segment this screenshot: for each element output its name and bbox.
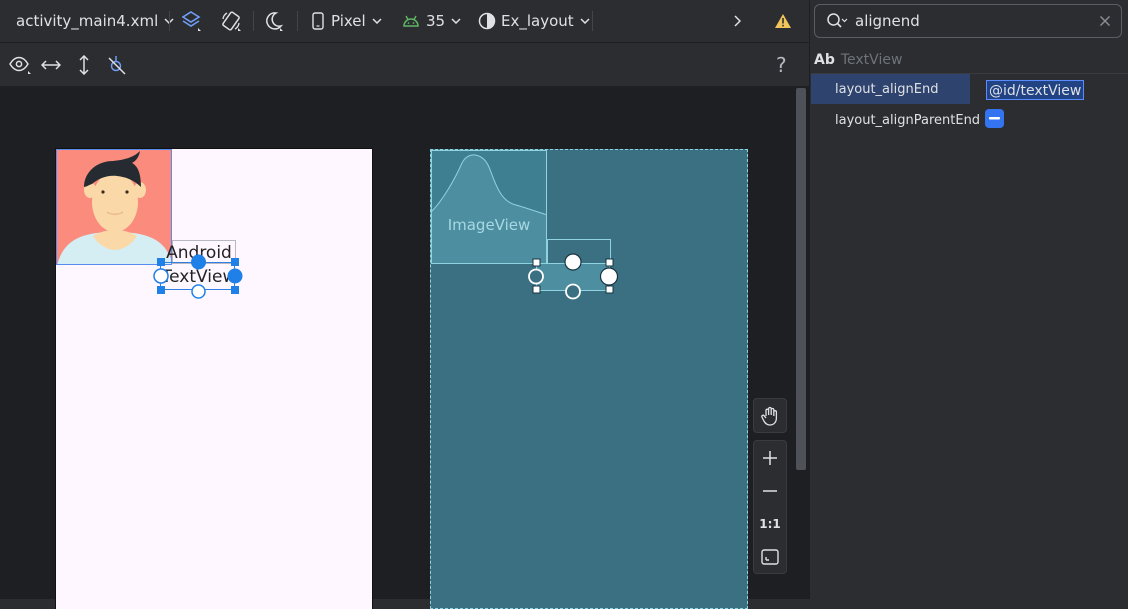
- plus-icon: [763, 451, 777, 465]
- avatar-image: [57, 151, 171, 264]
- minus-icon: [989, 117, 1000, 120]
- layers-icon: [181, 11, 201, 31]
- chevron-down-icon: [372, 18, 382, 24]
- search-icon: [827, 13, 848, 28]
- expand-horizontal-icon: [41, 59, 61, 70]
- close-icon[interactable]: [1099, 15, 1111, 27]
- eye-icon: [9, 56, 31, 74]
- expand-vertical-button[interactable]: [78, 43, 90, 86]
- blueprint-imageview-label: ImageView: [447, 216, 531, 234]
- theme-name: Ex_layout: [501, 12, 574, 30]
- pan-button[interactable]: [754, 400, 786, 432]
- theme-selector[interactable]: Ex_layout: [478, 0, 590, 42]
- clear-constraints-icon: [108, 55, 126, 75]
- zoom-out-button[interactable]: [754, 475, 786, 507]
- api-level-selector[interactable]: 35: [402, 0, 461, 42]
- alignparentend-toggle[interactable]: [985, 109, 1004, 128]
- moon-icon: [266, 12, 284, 31]
- device-name: Pixel: [331, 12, 366, 30]
- attribute-value-field[interactable]: @id/textView: [986, 80, 1085, 100]
- file-name: activity_main4.xml: [16, 12, 159, 30]
- selection-handles[interactable]: [150, 250, 250, 300]
- api-level: 35: [426, 12, 446, 30]
- attribute-row-alignparentend[interactable]: layout_alignParentEnd: [811, 105, 1128, 135]
- android-icon: [403, 15, 419, 27]
- attribute-name: layout_alignEnd: [835, 82, 939, 97]
- attribute-search-box[interactable]: [814, 4, 1122, 38]
- top-toolbar: activity_main4.xml Pixel 35 Ex_layout: [0, 0, 809, 43]
- attribute-value: @id/textView: [989, 83, 1082, 99]
- search-input[interactable]: [855, 11, 1085, 31]
- view-options-button[interactable]: [8, 43, 32, 86]
- blueprint-imageview[interactable]: [431, 150, 547, 264]
- minus-icon: [763, 490, 777, 492]
- rotate-icon: [222, 11, 241, 31]
- zoom-in-button[interactable]: [754, 442, 786, 474]
- canvas-scrollbar[interactable]: [796, 88, 806, 470]
- expand-horizontal-button[interactable]: [41, 43, 61, 86]
- blueprint-selection-handles[interactable]: [525, 250, 625, 300]
- file-selector[interactable]: activity_main4.xml: [16, 0, 174, 42]
- clear-constraints-button[interactable]: [107, 43, 127, 86]
- design-toolbar: ?: [0, 43, 809, 87]
- component-name: TextView: [840, 52, 903, 68]
- orientation-button[interactable]: [220, 0, 242, 42]
- warning-button[interactable]: [774, 0, 792, 42]
- zoom-actual-size-button[interactable]: 1:1: [754, 508, 786, 540]
- chevron-down-icon: [451, 18, 461, 24]
- warning-icon: [775, 14, 791, 28]
- contrast-icon: [478, 12, 496, 30]
- blueprint-image-silhouette: [432, 151, 546, 215]
- avatar-imageview[interactable]: [56, 149, 172, 265]
- chevron-down-icon: [580, 18, 590, 24]
- night-mode-button[interactable]: [262, 0, 284, 42]
- question-icon: ?: [776, 52, 787, 77]
- help-button[interactable]: ?: [776, 43, 787, 86]
- hand-icon: [761, 406, 778, 426]
- chevron-right-icon: [734, 15, 741, 27]
- zoom-actual-size-label: 1:1: [759, 517, 781, 531]
- textview-badge: Ab: [814, 52, 835, 68]
- component-header: Ab TextView: [814, 50, 902, 70]
- fit-screen-icon: [761, 549, 779, 565]
- overflow-button[interactable]: [733, 0, 741, 42]
- zoom-panel: 1:1: [753, 440, 787, 574]
- expand-vertical-icon: [79, 54, 89, 75]
- device-selector[interactable]: Pixel: [312, 0, 382, 42]
- attribute-name: layout_alignParentEnd: [835, 113, 981, 128]
- zoom-fit-button[interactable]: [754, 541, 786, 573]
- pan-tool-panel: [753, 398, 787, 433]
- phone-icon: [312, 12, 324, 30]
- design-mode-button[interactable]: [180, 0, 202, 42]
